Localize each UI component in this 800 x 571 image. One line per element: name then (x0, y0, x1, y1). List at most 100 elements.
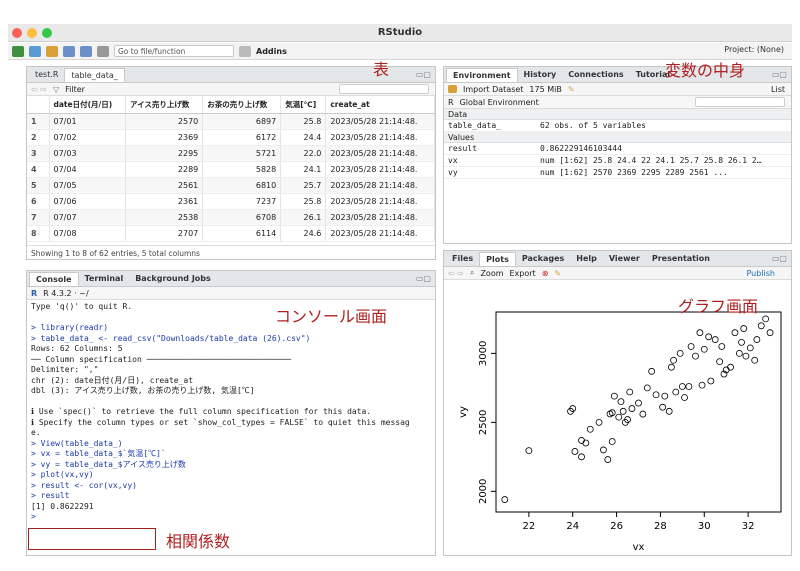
export-button[interactable]: Export (510, 269, 536, 278)
tab-background-jobs[interactable]: Background Jobs (129, 272, 217, 286)
plot-nav-icon[interactable]: ⇦ ⇨ (448, 269, 464, 278)
table-row[interactable]: 6 07/06 2361 7237 25.8 2023/05/28 21:14:48. (27, 193, 435, 210)
list-view-button[interactable]: List (771, 85, 785, 94)
table-cell: 6172 (202, 129, 282, 146)
save-all-icon[interactable] (80, 45, 92, 57)
column-header[interactable]: お茶の売り上げ数 (202, 96, 282, 114)
column-header[interactable]: date日付(月/日) (49, 96, 126, 114)
import-dataset-button[interactable]: Import Dataset (463, 85, 523, 94)
env-var-name: vx (448, 156, 458, 165)
env-search-input[interactable] (695, 97, 785, 107)
data-point (608, 409, 616, 417)
table-row[interactable]: 7 07/07 2538 6708 26.1 2023/05/28 21:14:48. (27, 209, 435, 226)
x-axis-label: vx (633, 542, 645, 553)
data-point (610, 392, 618, 400)
zoom-icon[interactable]: ⌕ (470, 268, 474, 278)
table-cell: 24.1 (280, 161, 327, 178)
pane-minmax-icon[interactable]: ▭▢ (772, 254, 787, 263)
tab-test-r[interactable]: test.R (29, 68, 64, 82)
tab-table-data[interactable]: table_data_ (64, 68, 125, 82)
tab-help[interactable]: Help (570, 252, 603, 266)
table-cell: 2361 (125, 193, 204, 210)
table-row[interactable]: 1 07/01 2570 6897 25.8 2023/05/28 21:14:48. (27, 113, 435, 130)
back-forward-icon[interactable]: ⇦ ⇨ (31, 85, 47, 94)
x-tick-label: 24 (566, 521, 579, 532)
close-window-button[interactable] (12, 28, 22, 38)
data-point (604, 456, 612, 463)
table-cell: 07/06 (49, 193, 126, 210)
table-cell: 2295 (125, 145, 204, 162)
table-row[interactable]: 5 07/05 2561 6810 25.7 2023/05/28 21:14:48. (27, 177, 435, 194)
memory-usage[interactable]: 175 MiB (529, 85, 561, 94)
broom-icon[interactable]: ✎ (554, 269, 561, 278)
data-point (615, 413, 623, 421)
data-point (740, 325, 748, 332)
tab-environment[interactable]: Environment (446, 68, 518, 82)
pane-minmax-icon[interactable]: ▭▢ (416, 274, 431, 283)
zoom-button[interactable]: Zoom (480, 269, 503, 278)
column-header[interactable]: create_at (325, 96, 435, 114)
print-icon[interactable] (97, 45, 109, 57)
grid-icon[interactable] (239, 45, 251, 57)
zoom-window-button[interactable] (42, 28, 52, 38)
column-header[interactable]: 気温[℃] (280, 96, 327, 114)
env-var-value: 62 obs. of 5 variables (540, 121, 646, 130)
tab-presentation[interactable]: Presentation (646, 252, 716, 266)
remove-plot-icon[interactable]: ⊗ (542, 269, 549, 278)
console-tabbar: Console Terminal Background Jobs ▭▢ (27, 271, 435, 287)
tab-terminal[interactable]: Terminal (79, 272, 130, 286)
x-tick-label: 22 (523, 521, 536, 532)
env-data-row[interactable]: table_data_ 62 obs. of 5 variables (444, 120, 791, 132)
table-row[interactable]: 2 07/02 2369 6172 24.4 2023/05/28 21:14:48. (27, 129, 435, 146)
new-project-icon[interactable] (29, 45, 41, 57)
publish-button[interactable]: Publish (746, 269, 775, 278)
pane-minmax-icon[interactable]: ▭▢ (772, 70, 787, 79)
filter-button[interactable]: Filter (65, 85, 85, 94)
data-point (681, 394, 688, 401)
save-icon[interactable] (63, 45, 75, 57)
console-output[interactable]: Type 'q()' to quit R. > library(readr) > t… (27, 300, 435, 525)
y-tick-label: 2500 (478, 410, 489, 435)
table-cell: 6897 (202, 113, 282, 130)
open-icon[interactable] (448, 85, 457, 93)
addins-menu[interactable]: Addins (256, 47, 287, 56)
data-point (608, 438, 616, 445)
data-point (501, 496, 509, 503)
data-point (578, 453, 585, 461)
goto-file-input[interactable]: Go to file/function (114, 45, 234, 57)
console-line: ── Column specification ────────────────… (31, 354, 292, 364)
pane-minmax-icon[interactable]: ▭▢ (416, 70, 431, 79)
tab-viewer[interactable]: Viewer (603, 252, 646, 266)
console-line: > View(table_data_) (31, 438, 123, 448)
column-header[interactable]: アイス売り上げ数 (125, 96, 204, 114)
table-row[interactable]: 8 07/08 2707 6114 24.6 2023/05/28 21:14:48. (27, 225, 435, 242)
tab-files[interactable]: Files (446, 252, 479, 266)
console-line: dbl (3): アイス売り上げ数, お茶の売り上げ数, 気温[℃] (31, 386, 255, 395)
broom-icon[interactable]: ✎ (568, 85, 575, 94)
table-cell: 2023/05/28 21:14:48. (325, 209, 435, 226)
tab-history[interactable]: History (518, 68, 563, 82)
column-header[interactable] (27, 96, 50, 114)
data-point (746, 344, 754, 352)
minimize-window-button[interactable] (27, 28, 37, 38)
data-point (742, 352, 750, 360)
filter-icon[interactable]: ▽ (53, 85, 59, 94)
new-file-icon[interactable] (12, 45, 24, 57)
table-row[interactable]: 4 07/04 2289 5828 24.1 2023/05/28 21:14:48. (27, 161, 435, 178)
tab-connections[interactable]: Connections (562, 68, 629, 82)
tab-packages[interactable]: Packages (516, 252, 570, 266)
tab-plots[interactable]: Plots (479, 252, 516, 266)
r-language-select[interactable]: R (448, 98, 454, 107)
tab-console[interactable]: Console (29, 272, 79, 286)
annotation-variables: 変数の中身 (665, 61, 746, 80)
open-file-icon[interactable] (46, 45, 58, 57)
table-search-input[interactable] (339, 84, 429, 94)
y-tick-label: 2000 (478, 479, 489, 504)
table-cell: 2 (27, 129, 50, 146)
project-menu[interactable]: Project: (None) (724, 45, 784, 54)
table-cell: 2023/05/28 21:14:48. (325, 161, 435, 178)
global-env-select[interactable]: Global Environment (460, 98, 539, 107)
table-row[interactable]: 3 07/03 2295 5721 22.0 2023/05/28 21:14:48. (27, 145, 435, 162)
console-line: > plot(vx,vy) (31, 470, 94, 479)
table-footer: Showing 1 to 8 of 62 entries, 5 total co… (27, 245, 435, 259)
